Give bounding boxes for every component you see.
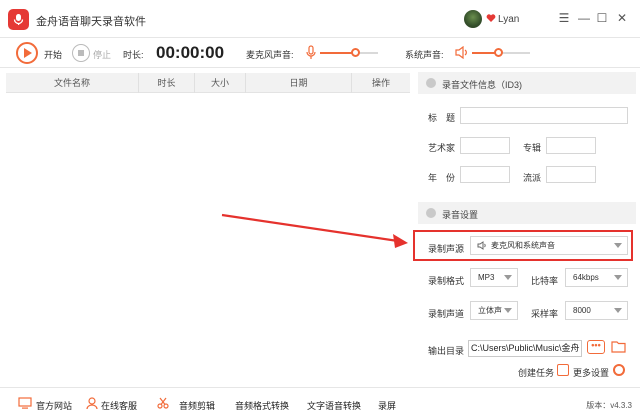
album-input[interactable] — [546, 137, 596, 154]
format-select[interactable]: MP3 — [470, 268, 518, 287]
format-value: MP3 — [478, 273, 495, 282]
artist-label: 艺术家 — [428, 143, 456, 153]
bitrate-select[interactable]: 64kbps — [565, 268, 628, 287]
chevron-down-icon — [614, 308, 622, 313]
format-label: 录制格式 — [428, 276, 465, 286]
samplerate-label: 采样率 — [531, 309, 559, 319]
output-dir-label: 输出目录 — [428, 346, 465, 356]
record-settings-header: 录音设置 — [418, 202, 636, 224]
album-label: 专辑 — [523, 143, 542, 153]
year-label: 年 份 — [428, 173, 456, 183]
audio-edit-link[interactable]: 音频剪辑 — [179, 399, 215, 412]
settings-panel: 录音文件信息（ID3) 标 题 艺术家 专辑 年 份 流派 录音设置 录制声源 … — [418, 70, 636, 385]
chevron-down-icon — [614, 275, 622, 280]
chevron-down-icon — [504, 275, 512, 280]
settings-section-icon — [426, 208, 436, 218]
id3-section-title: 录音文件信息（ID3) — [442, 80, 523, 90]
title-input[interactable] — [460, 107, 628, 124]
genre-label: 流派 — [523, 173, 542, 183]
record-settings-title: 录音设置 — [442, 210, 479, 220]
source-highlight-box — [413, 230, 633, 261]
bitrate-label: 比特率 — [531, 276, 559, 286]
customer-service-icon — [86, 397, 98, 410]
chevron-down-icon — [504, 308, 512, 313]
open-folder-icon[interactable] — [611, 340, 626, 353]
id3-section-header: 录音文件信息（ID3) — [418, 72, 636, 94]
screen-record-link[interactable]: 录屏 — [378, 399, 396, 412]
year-input[interactable] — [460, 166, 510, 183]
monitor-icon — [18, 397, 32, 409]
channel-label: 录制声道 — [428, 309, 465, 319]
online-support-link[interactable]: 在线客服 — [101, 399, 137, 412]
bitrate-value: 64kbps — [573, 273, 599, 282]
samplerate-value: 8000 — [573, 306, 591, 315]
browse-button[interactable]: ••• — [587, 340, 605, 354]
genre-input[interactable] — [546, 166, 596, 183]
create-task-button[interactable]: 创建任务 — [518, 366, 554, 379]
gear-icon[interactable] — [613, 364, 625, 376]
channel-select[interactable]: 立体声 — [470, 301, 518, 320]
version-label: 版本：v4.3.3 — [586, 401, 632, 410]
channel-value: 立体声 — [478, 306, 502, 315]
title-label: 标 题 — [428, 113, 456, 123]
text-to-speech-link[interactable]: 文字语音转换 — [307, 399, 361, 412]
samplerate-select[interactable]: 8000 — [565, 301, 628, 320]
task-list-icon[interactable] — [557, 364, 569, 376]
output-path-input[interactable]: C:\Users\Public\Music\金舟 — [468, 340, 582, 357]
more-settings-button[interactable]: 更多设置 — [573, 366, 609, 379]
scissors-icon — [157, 397, 169, 409]
artist-input[interactable] — [460, 137, 510, 154]
audio-convert-link[interactable]: 音频格式转换 — [235, 399, 289, 412]
official-site-link[interactable]: 官方网站 — [36, 399, 72, 412]
info-icon — [426, 78, 436, 88]
bottom-bar: 官方网站 在线客服 音频剪辑 音频格式转换 文字语音转换 录屏 版本：v4.3.… — [0, 387, 640, 420]
